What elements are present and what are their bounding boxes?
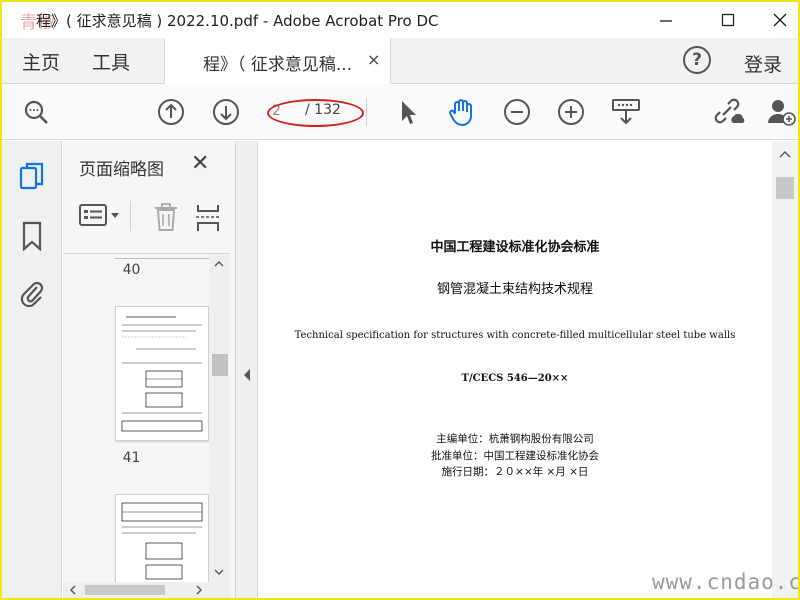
scrollbar-thumb[interactable] [212, 354, 228, 376]
page-display-icon[interactable] [610, 96, 642, 128]
hscrollbar-thumb[interactable] [85, 585, 165, 595]
panel-close-button[interactable]: ✕ [191, 151, 209, 176]
standard-title-cn: 钢管混凝土束结构技术规程 [436, 282, 593, 297]
close-icon [773, 13, 787, 27]
thumbnail-label: 41 [122, 450, 141, 466]
close-window-button[interactable] [760, 6, 798, 34]
document-viewer: 中国工程建设标准化协会标准 钢管混凝土束结构技术规程 Technical spe… [258, 141, 772, 598]
bookmark-icon[interactable] [18, 221, 46, 251]
annotation-circle [267, 99, 364, 127]
thumbnails-panel: 页面缩略图 ✕ 40 41 [63, 141, 236, 598]
panel-toolbar-divider [130, 201, 131, 231]
document-tab-close-button[interactable]: × [367, 50, 380, 69]
page-thumbnails-icon[interactable] [18, 161, 46, 191]
thumbnail-page-42[interactable] [115, 494, 209, 583]
tab-bar: 主页 工具 程》（ 征求意见稿... × ? 登录 [2, 38, 798, 84]
scroll-right-icon [196, 585, 202, 595]
thumbnail-previous-edge [115, 254, 209, 259]
site-watermark: www.cndao.com [652, 570, 798, 594]
login-button[interactable]: 登录 [744, 50, 782, 77]
document-scrollbar-thumb[interactable] [776, 177, 794, 199]
document-scrollbar[interactable] [772, 141, 798, 598]
scroll-up-icon [214, 261, 224, 267]
doc-scroll-up-icon [779, 151, 791, 158]
toolbar: 2 / 132 [2, 84, 798, 140]
thumbnails-list: 40 41 [63, 253, 230, 583]
title-bar: 青椒 程》( 征求意见稿 ) 2022.10.pdf - Adobe Acrob… [2, 2, 798, 38]
navigation-rail [2, 141, 62, 598]
extract-pages-icon[interactable] [195, 203, 221, 237]
thumbnail-label: 40 [122, 262, 141, 278]
attachment-icon[interactable] [18, 277, 46, 307]
panel-toolbar [79, 199, 239, 235]
toolbar-divider [366, 98, 367, 126]
thumbnail-page-41[interactable] [115, 306, 209, 441]
scroll-left-icon [70, 585, 76, 595]
document-page: 中国工程建设标准化协会标准 钢管混凝土束结构技术规程 Technical spe… [258, 141, 772, 598]
zoom-out-icon[interactable] [501, 96, 533, 128]
approval-unit: 批准单位：中国工程建设标准化协会 [431, 450, 599, 462]
scroll-down-icon [214, 569, 224, 575]
previous-page-icon[interactable] [155, 96, 187, 128]
hand-tool-icon[interactable] [445, 96, 477, 128]
next-page-icon[interactable] [210, 96, 242, 128]
minimize-button[interactable] [646, 6, 686, 34]
zoom-in-icon[interactable] [555, 96, 587, 128]
delete-page-icon[interactable] [153, 203, 179, 237]
collapse-left-icon [244, 369, 250, 381]
effective-date: 施行日期：２０××年 ×月 ×日 [441, 466, 589, 478]
editor-unit: 主编单位：杭萧钢构股份有限公司 [436, 433, 594, 445]
add-user-icon[interactable] [766, 96, 798, 128]
help-icon[interactable]: ? [683, 46, 711, 74]
thumbnail-content [121, 502, 203, 580]
thumbnails-hscrollbar[interactable] [63, 582, 230, 598]
tab-home[interactable]: 主页 [22, 48, 60, 75]
standard-title-en: Technical specification for structures w… [294, 330, 736, 341]
standard-heading: 中国工程建设标准化协会标准 [430, 240, 600, 255]
select-cursor-icon[interactable] [392, 96, 424, 128]
minimize-icon [660, 20, 672, 22]
thumbnail-options-icon[interactable] [79, 203, 123, 233]
standard-code: T/CECS 546—20×× [461, 373, 569, 384]
maximize-icon [721, 13, 735, 27]
document-tab-label: 程》（ 征求意见稿... [203, 55, 353, 75]
thumbnail-content [121, 316, 203, 432]
thumbnails-scrollbar[interactable] [209, 254, 229, 583]
share-link-icon[interactable] [713, 96, 745, 128]
document-tab[interactable]: 程》（ 征求意见稿... × [165, 38, 391, 84]
panel-collapse-handle[interactable] [236, 141, 258, 598]
zoom-search-icon[interactable] [20, 96, 52, 128]
acrobat-window: 青椒 程》( 征求意见稿 ) 2022.10.pdf - Adobe Acrob… [2, 2, 798, 598]
maximize-button[interactable] [708, 6, 748, 34]
tab-tools[interactable]: 工具 [92, 48, 130, 75]
panel-title: 页面缩略图 [79, 160, 164, 180]
window-title: 程》( 征求意见稿 ) 2022.10.pdf - Adobe Acrobat … [36, 12, 439, 30]
